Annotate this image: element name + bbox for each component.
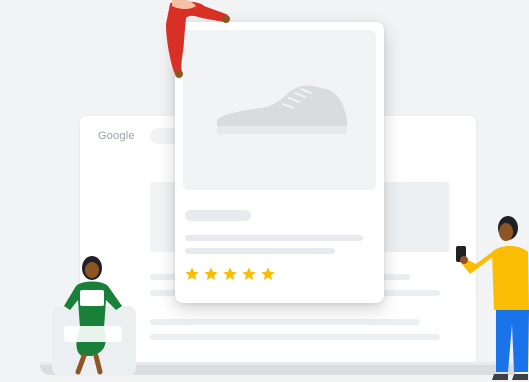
- product-title-placeholder: [185, 210, 251, 221]
- product-description-placeholder: [185, 248, 335, 254]
- star-icon: [261, 267, 275, 280]
- google-wordmark: Google: [98, 130, 135, 142]
- product-description-placeholder: [185, 235, 363, 241]
- background-text-line: [150, 334, 440, 340]
- background-side-block: [392, 182, 448, 252]
- figure-red-peeking: [166, 0, 230, 78]
- star-icon: [223, 267, 237, 280]
- star-icon: [242, 267, 256, 280]
- illustration-stage: Google: [0, 0, 529, 382]
- star-icon: [185, 267, 199, 280]
- star-icon: [204, 267, 218, 280]
- figure-woman-with-laptop: [52, 256, 136, 376]
- star-rating: [184, 266, 276, 282]
- shoe-icon: [217, 85, 347, 134]
- figure-man-with-phone: [456, 216, 529, 380]
- background-text-line: [150, 319, 420, 325]
